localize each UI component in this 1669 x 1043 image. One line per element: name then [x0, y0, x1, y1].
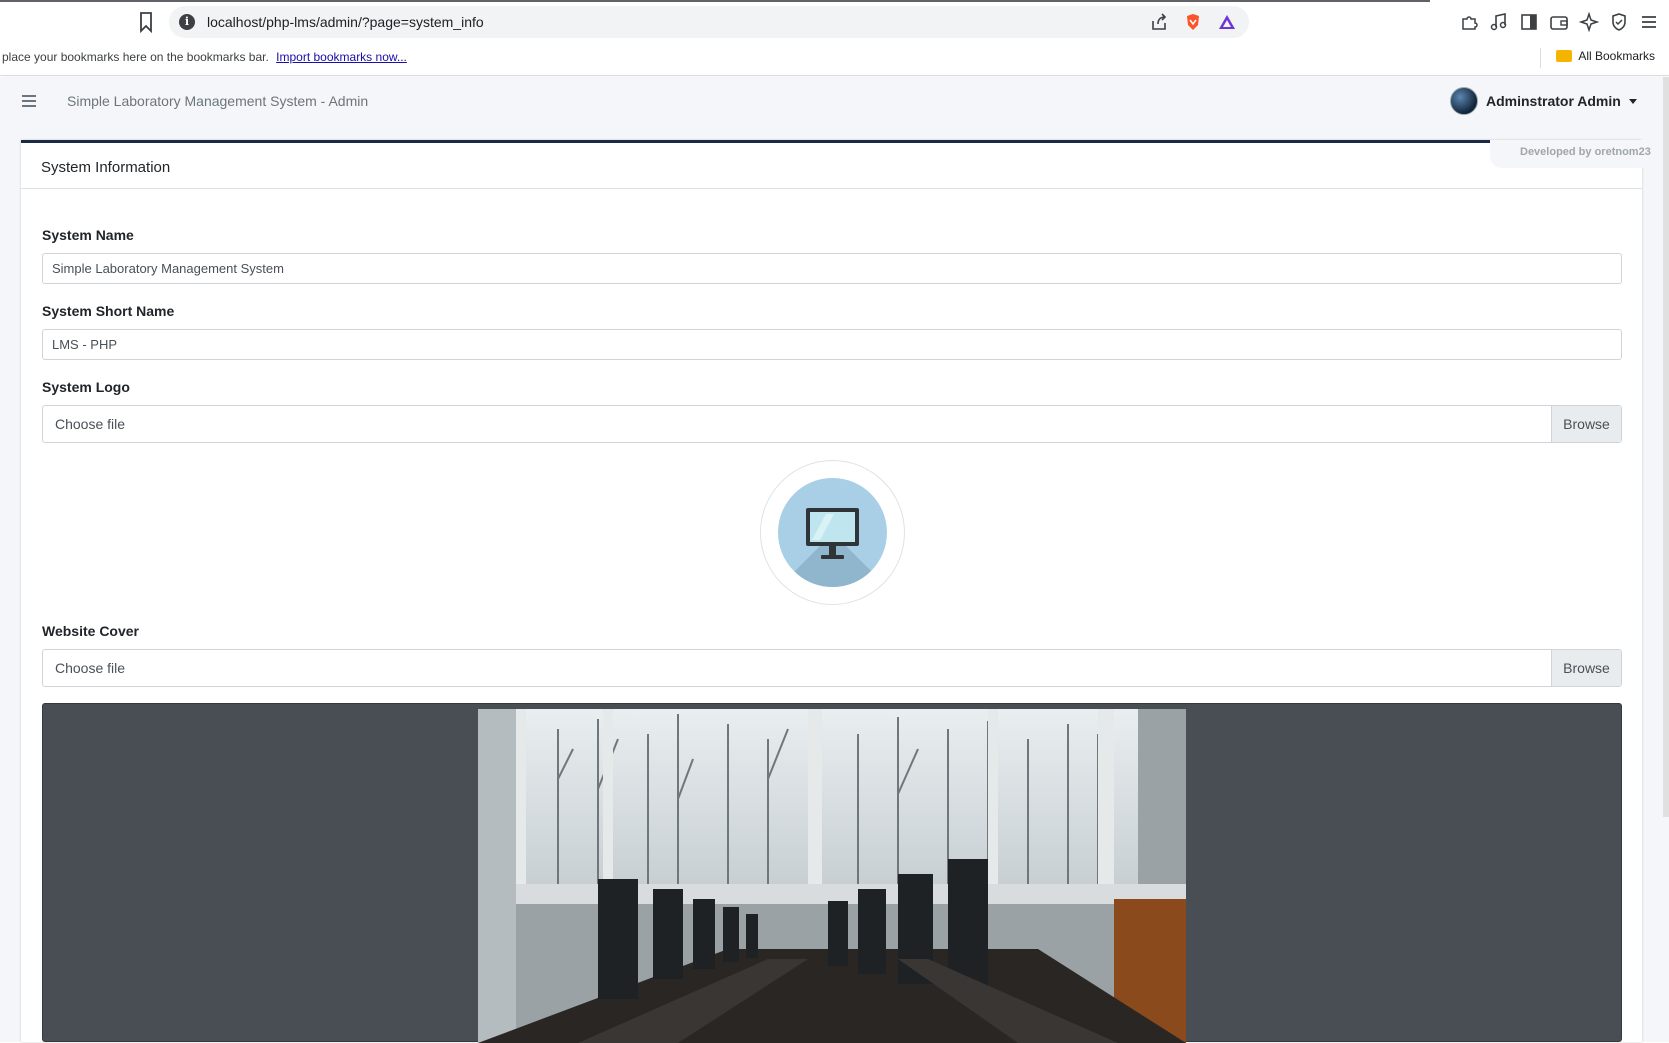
vpn-shield-icon[interactable] [1609, 12, 1629, 32]
monitor-icon [806, 508, 859, 559]
sidebar-icon[interactable] [1519, 12, 1539, 32]
wallet-icon[interactable] [1549, 12, 1569, 32]
brave-rewards-icon[interactable] [1217, 12, 1237, 32]
folder-icon [1556, 50, 1573, 62]
caret-down-icon [1628, 98, 1637, 104]
browser-toolbar: i localhost/php-lms/admin/?page=system_i… [0, 0, 1669, 44]
url-text[interactable]: localhost/php-lms/admin/?page=system_inf… [207, 14, 484, 30]
system-logo-preview [760, 460, 905, 605]
page-scrollbar[interactable] [1663, 77, 1669, 817]
user-menu[interactable]: Adminstrator Admin [1450, 87, 1637, 115]
bookmark-icon[interactable] [136, 11, 156, 33]
cover-image [478, 709, 1186, 1043]
share-icon[interactable] [1149, 12, 1169, 32]
system-name-label: System Name [42, 227, 134, 243]
bookmarks-separator [1540, 48, 1541, 68]
cover-browse-button[interactable]: Browse [1551, 650, 1621, 686]
extensions-icon[interactable] [1459, 12, 1479, 32]
website-cover-preview [42, 703, 1622, 1043]
logo-circle [778, 478, 887, 587]
brave-shield-icon[interactable] [1183, 12, 1203, 32]
website-cover-label: Website Cover [42, 623, 139, 639]
app-title[interactable]: Simple Laboratory Management System - Ad… [67, 93, 368, 109]
cover-file-input[interactable]: Choose file Browse [42, 649, 1622, 687]
browser-menu-icon[interactable] [1639, 12, 1659, 32]
logo-file-text: Choose file [55, 416, 126, 432]
app-navbar: Simple Laboratory Management System - Ad… [0, 77, 1669, 127]
logo-browse-button[interactable]: Browse [1551, 406, 1621, 442]
cover-file-text: Choose file [55, 660, 126, 676]
bookmarks-bar: place your bookmarks here on the bookmar… [0, 44, 1669, 76]
short-name-label: System Short Name [42, 303, 175, 319]
leo-ai-icon[interactable] [1579, 12, 1599, 32]
all-bookmarks-label: All Bookmarks [1578, 49, 1655, 63]
site-info-icon[interactable]: i [179, 14, 195, 30]
logo-file-input[interactable]: Choose file Browse [42, 405, 1622, 443]
developer-badge: Developed by oretnom23 [1490, 140, 1653, 168]
system-name-input[interactable]: Simple Laboratory Management System [42, 253, 1622, 284]
user-name: Adminstrator Admin [1486, 93, 1621, 109]
loading-bar [0, 0, 1430, 2]
avatar [1450, 87, 1478, 115]
bookmarks-hint: place your bookmarks here on the bookmar… [2, 50, 269, 64]
short-name-input[interactable]: LMS - PHP [42, 329, 1622, 360]
import-bookmarks-link[interactable]: Import bookmarks now... [276, 50, 407, 64]
system-logo-label: System Logo [42, 379, 130, 395]
card-title: System Information [21, 143, 1642, 189]
all-bookmarks-button[interactable]: All Bookmarks [1556, 49, 1655, 63]
address-bar[interactable]: i localhost/php-lms/admin/?page=system_i… [169, 6, 1249, 38]
menu-toggle-icon[interactable] [22, 95, 36, 107]
media-icon[interactable] [1489, 12, 1509, 32]
